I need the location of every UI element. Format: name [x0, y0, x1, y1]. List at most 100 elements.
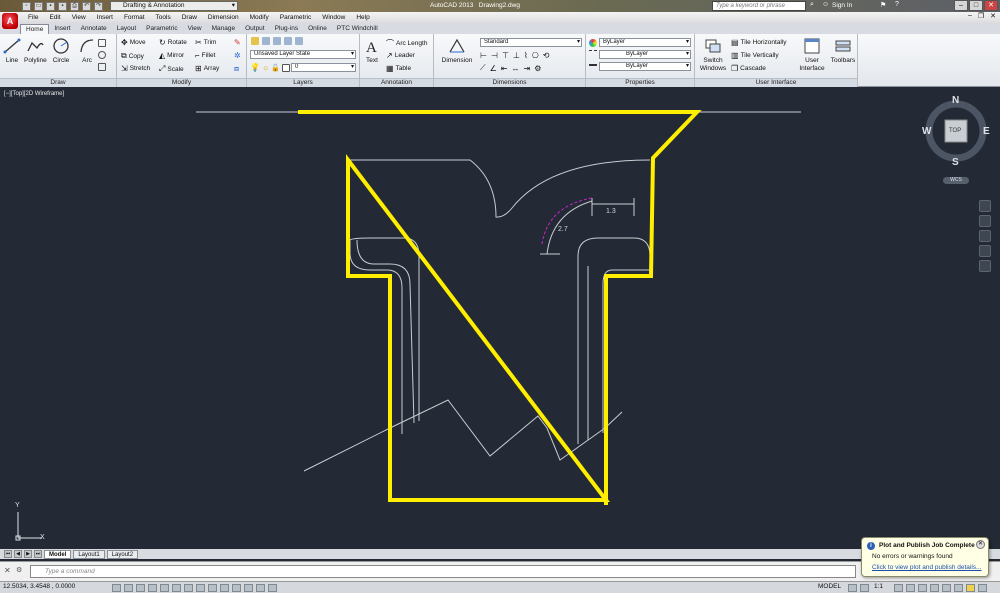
transparency-icon[interactable]: [244, 584, 253, 592]
switch-windows-button[interactable]: Switch Windows: [698, 37, 728, 73]
clean-screen-icon[interactable]: [978, 584, 987, 592]
layer-properties-icon[interactable]: [251, 37, 259, 45]
offset-icon[interactable]: ⧈: [234, 64, 239, 74]
hardware-acceleration-icon[interactable]: [954, 584, 963, 592]
open-icon[interactable]: ▭: [34, 1, 43, 11]
lineweight-dropdown[interactable]: ByLayer: [599, 62, 691, 71]
erase-icon[interactable]: ✎: [234, 38, 241, 47]
tab-ptc-windchill[interactable]: PTC Windchill: [332, 24, 383, 34]
tile-vertically-button[interactable]: ▥ Tile Vertically: [731, 51, 779, 60]
menu-view[interactable]: View: [72, 14, 86, 21]
selection-cycling-icon[interactable]: [268, 584, 277, 592]
menu-help[interactable]: Help: [356, 14, 369, 21]
draw-panel-title[interactable]: Draw: [0, 78, 116, 87]
array-button[interactable]: ⊞ Array: [195, 64, 219, 73]
dynamic-input-icon[interactable]: [220, 584, 229, 592]
isolate-objects-icon[interactable]: [942, 584, 951, 592]
command-settings-icon[interactable]: ⚙: [16, 566, 22, 574]
toolbars-button[interactable]: Toolbars: [829, 37, 857, 64]
tab-insert[interactable]: Insert: [49, 24, 75, 34]
undo-icon[interactable]: ↶: [82, 1, 91, 11]
workspace-dropdown[interactable]: Drafting & Annotation: [110, 1, 238, 11]
tile-horizontally-button[interactable]: ▤ Tile Horizontally: [731, 38, 787, 47]
line-button[interactable]: Line: [3, 37, 21, 64]
object-snap-icon[interactable]: [172, 584, 181, 592]
mirror-button[interactable]: ◭ Mirror: [159, 51, 184, 60]
dim-override-icon[interactable]: ⚙: [534, 64, 541, 73]
ortho-mode-icon[interactable]: [148, 584, 157, 592]
dimension-arc-2[interactable]: [546, 200, 593, 255]
radius-arc[interactable]: [541, 197, 593, 245]
layer-state-icon[interactable]: [262, 37, 270, 45]
move-button[interactable]: ✥ Move: [121, 38, 146, 47]
compass-east[interactable]: E: [983, 126, 990, 137]
tab-annotate[interactable]: Annotate: [76, 24, 112, 34]
dynamic-ucs-icon[interactable]: [208, 584, 217, 592]
dim-baseline-icon[interactable]: ⊤: [502, 51, 509, 60]
plot-publish-notification[interactable]: i Plot and Publish Job Complete ✕ No err…: [861, 537, 989, 577]
tab-online[interactable]: Online: [303, 24, 332, 34]
minimize-icon[interactable]: –: [954, 0, 968, 11]
circle-button[interactable]: Circle: [52, 37, 70, 64]
sun-icon[interactable]: ☼: [262, 63, 269, 72]
close-icon[interactable]: ✕: [984, 0, 998, 11]
left-slot-edge[interactable]: [349, 237, 420, 421]
color-dropdown[interactable]: ByLayer: [599, 38, 691, 47]
workspace-switching-icon[interactable]: [918, 584, 927, 592]
doc-close-icon[interactable]: ✕: [990, 12, 996, 20]
quick-properties-icon[interactable]: [256, 584, 265, 592]
left-slot-inner[interactable]: [356, 239, 415, 424]
annotation-panel-title[interactable]: Annotation: [360, 78, 433, 87]
search-icon[interactable]: ⌕: [810, 1, 814, 9]
tab-manage[interactable]: Manage: [207, 24, 241, 34]
menu-dimension[interactable]: Dimension: [208, 14, 239, 21]
table-button[interactable]: ▦ Table: [386, 64, 411, 73]
menu-draw[interactable]: Draw: [182, 14, 197, 21]
tab-layout1[interactable]: Layout1: [73, 549, 105, 559]
coordinates-readout[interactable]: 12.5034, 3.4548 , 0.0000: [3, 583, 75, 590]
dim-update-icon[interactable]: ⟲: [543, 51, 550, 60]
lightbulb-icon[interactable]: 💡: [250, 63, 260, 72]
layer-state-dropdown[interactable]: Unsaved Layer State: [250, 50, 356, 59]
object-snap-tracking-icon[interactable]: [196, 584, 205, 592]
user-interface-button[interactable]: User Interface: [797, 37, 827, 73]
search-input[interactable]: Type a keyword or phrase: [712, 1, 806, 11]
layer-isolate-icon[interactable]: [295, 37, 303, 45]
wcs-menu[interactable]: WCS: [943, 177, 969, 184]
dim-center-icon[interactable]: ↔: [511, 64, 519, 73]
prev-layout-icon[interactable]: ◀: [14, 550, 22, 558]
tab-model[interactable]: Model: [44, 549, 72, 559]
annotation-scale[interactable]: 1:1: [874, 583, 883, 590]
menu-format[interactable]: Format: [124, 14, 145, 21]
right-slot-outer[interactable]: [577, 237, 651, 433]
trim-button[interactable]: ✂ Trim: [195, 38, 216, 47]
linetype-dropdown[interactable]: ByLayer: [599, 50, 691, 59]
scale-button[interactable]: ⤢ Scale: [159, 64, 184, 74]
showmotion-icon[interactable]: [979, 260, 991, 272]
menu-file[interactable]: File: [28, 14, 38, 21]
drawing-canvas[interactable]: 1.3 2.7: [0, 88, 1000, 549]
orbit-icon[interactable]: [979, 245, 991, 257]
last-layout-icon[interactable]: ⏭: [34, 550, 42, 558]
polyline-button[interactable]: Polyline: [24, 37, 47, 64]
notification-close-icon[interactable]: ✕: [976, 540, 985, 549]
viewcube[interactable]: N S W E TOP: [919, 95, 995, 178]
next-layout-icon[interactable]: ▶: [24, 550, 32, 558]
dim-right-icon[interactable]: ⇥: [523, 64, 530, 73]
dimension-style-dropdown[interactable]: Standard: [480, 38, 582, 47]
new-icon[interactable]: ▫: [22, 1, 31, 11]
left-slot-outer[interactable]: [349, 240, 403, 434]
drawing-viewport[interactable]: 1.3 2.7 [−][Top][2D Wireframe] N S W E T…: [0, 88, 1000, 549]
command-close-icon[interactable]: ✕: [4, 566, 11, 575]
explode-icon[interactable]: ✲: [234, 51, 241, 60]
menu-modify[interactable]: Modify: [250, 14, 269, 21]
rectangle-icon[interactable]: [98, 39, 106, 47]
layer-match-icon[interactable]: [273, 37, 281, 45]
infer-constraints-icon[interactable]: [112, 584, 121, 592]
text-button[interactable]: A Text: [363, 37, 381, 64]
first-layout-icon[interactable]: ⏮: [4, 550, 12, 558]
dimensions-panel-title[interactable]: Dimensions: [434, 78, 585, 87]
dim-jog-icon[interactable]: ⌇: [524, 51, 528, 60]
grid-display-icon[interactable]: [136, 584, 145, 592]
viewport-controls-label[interactable]: [−][Top][2D Wireframe]: [4, 91, 64, 97]
